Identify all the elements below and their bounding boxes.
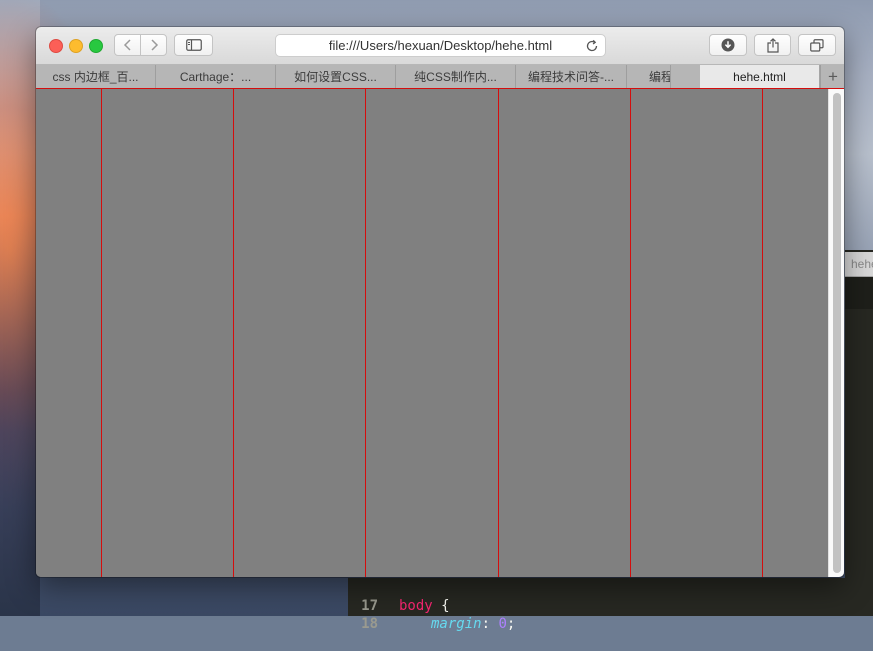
vertical-scrollbar[interactable] xyxy=(828,89,844,577)
plus-icon: + xyxy=(828,66,838,86)
css-value: 0 xyxy=(498,616,507,632)
column-border-line xyxy=(101,89,102,577)
tab-programming[interactable]: 编程 xyxy=(627,65,671,88)
browser-toolbar: file:///Users/hexuan/Desktop/hehe.html xyxy=(36,27,844,65)
code-line-18: 18 margin: 0; xyxy=(348,597,515,632)
sidebar-icon xyxy=(185,39,202,51)
chevron-left-icon xyxy=(123,39,131,51)
css-semicolon: ; xyxy=(506,616,516,632)
column-border-line xyxy=(365,89,366,577)
show-tabs-button[interactable] xyxy=(798,34,836,56)
downloads-button[interactable] xyxy=(709,34,747,56)
address-bar[interactable]: file:///Users/hexuan/Desktop/hehe.html xyxy=(275,34,606,57)
tab-label: css 内边框_百... xyxy=(52,70,139,84)
scrollbar-thumb[interactable] xyxy=(833,93,841,573)
css-colon: : xyxy=(481,616,499,632)
sidebar-button[interactable] xyxy=(174,34,213,56)
tab-pure-css[interactable]: 纯CSS制作内... xyxy=(396,65,516,88)
line-number: 18 xyxy=(361,616,378,632)
editor-tab-title: hehe xyxy=(851,257,873,271)
tab-programming-qa[interactable]: 编程技术问答-... xyxy=(516,65,627,88)
forward-button[interactable] xyxy=(140,35,166,55)
address-text: file:///Users/hexuan/Desktop/hehe.html xyxy=(328,38,553,53)
code-editor[interactable]: 17 body { 18 margin: 0; xyxy=(348,578,873,632)
tab-label: Carthage：... xyxy=(179,70,252,84)
column-border-line xyxy=(233,89,234,577)
column-border-line xyxy=(498,89,499,577)
tab-label: 编程技术问答-... xyxy=(528,70,614,84)
tab-label: 纯CSS制作内... xyxy=(414,70,497,84)
tab-how-to-set-css[interactable]: 如何设置CSS... xyxy=(276,65,396,88)
css-brace: { xyxy=(432,598,450,614)
share-button[interactable] xyxy=(754,34,791,56)
code-line-17: 17 body { xyxy=(348,579,449,614)
page-content[interactable] xyxy=(36,88,844,577)
back-button[interactable] xyxy=(115,35,140,55)
tab-bar: css 内边框_百... Carthage：... 如何设置CSS... 纯CS… xyxy=(36,65,844,89)
minimize-window-button[interactable] xyxy=(69,39,83,53)
tab-label: hehe.html xyxy=(733,69,786,84)
editor-toolbar xyxy=(845,277,873,309)
tabs-overview-icon xyxy=(810,38,824,52)
column-border-line xyxy=(762,89,763,577)
column-border-line xyxy=(630,89,631,577)
tab-label: 如何设置CSS... xyxy=(294,70,377,84)
fullscreen-window-button[interactable] xyxy=(89,39,103,53)
tab-css-inner-border[interactable]: css 内边框_百... xyxy=(36,65,156,88)
tab-label: 编程 xyxy=(649,70,671,84)
tab-carthage[interactable]: Carthage：... xyxy=(156,65,276,88)
download-icon xyxy=(721,38,735,52)
chevron-right-icon xyxy=(150,39,158,51)
reload-icon[interactable] xyxy=(585,39,599,53)
css-property: margin xyxy=(431,616,482,632)
css-selector: body xyxy=(399,598,433,614)
new-tab-button[interactable]: + xyxy=(820,65,844,88)
editor-tab[interactable]: hehe xyxy=(845,252,873,277)
navigation-buttons xyxy=(114,34,167,56)
browser-window: file:///Users/hexuan/Desktop/hehe.html c… xyxy=(36,27,844,577)
share-icon xyxy=(766,37,779,53)
tab-hehe-html[interactable]: hehe.html xyxy=(700,65,820,88)
close-window-button[interactable] xyxy=(49,39,63,53)
